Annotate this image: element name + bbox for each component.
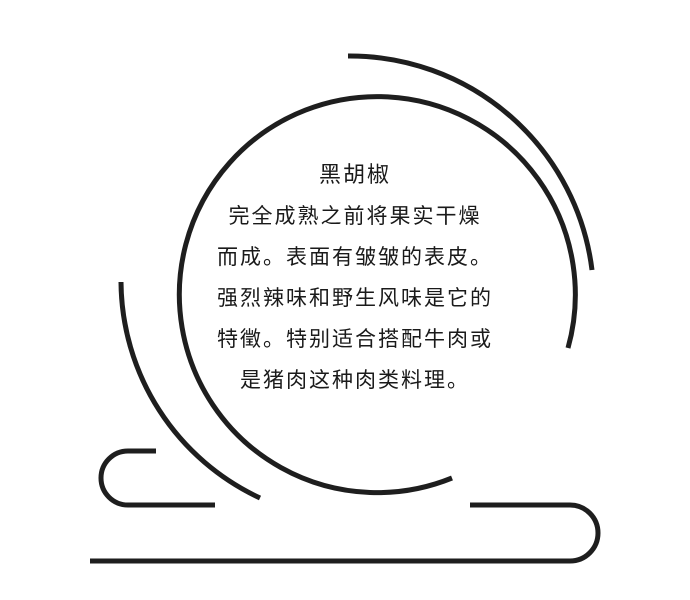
card-title: 黑胡椒 bbox=[318, 163, 391, 188]
bottom-right-loop bbox=[90, 502, 601, 564]
description-line: 而成。表面有皱皱的表皮。 bbox=[217, 245, 493, 269]
description-line: 完全成熟之前将果实干燥 bbox=[228, 204, 482, 228]
description-block: 黑胡椒 完全成熟之前将果实干燥 而成。表面有皱皱的表皮。 强烈辣味和野生风味是它… bbox=[195, 158, 515, 401]
description-line: 特徵。特别适合搭配牛肉或 bbox=[217, 327, 493, 351]
description-line: 强烈辣味和野生风味是它的 bbox=[217, 286, 493, 310]
description-line: 是猪肉这种肉类料理。 bbox=[240, 368, 470, 392]
